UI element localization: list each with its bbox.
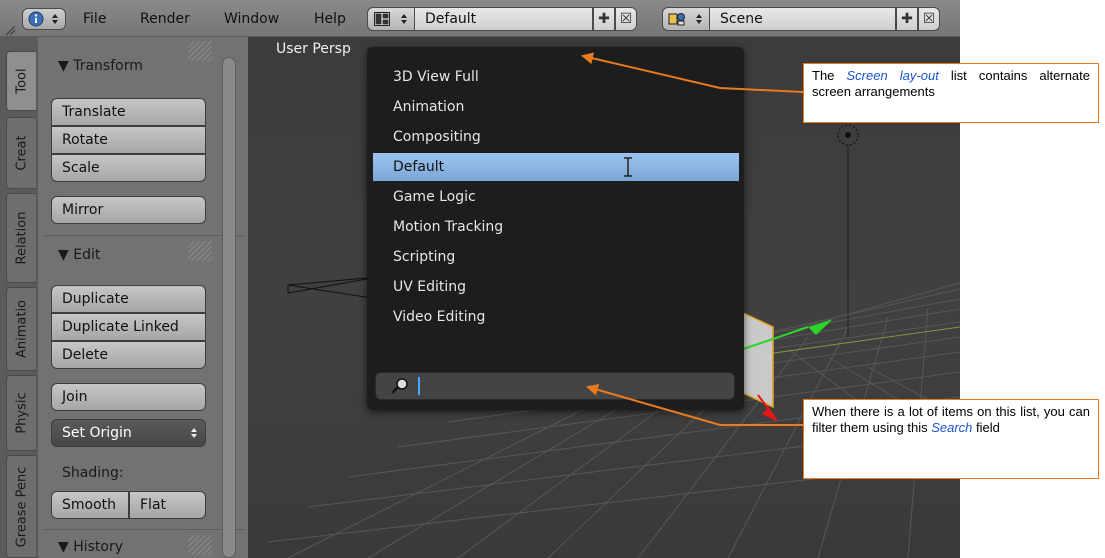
callout-arrow-search <box>586 384 803 426</box>
callout-arrow-screen-layout <box>581 52 804 93</box>
annotation-arrows <box>581 52 804 426</box>
